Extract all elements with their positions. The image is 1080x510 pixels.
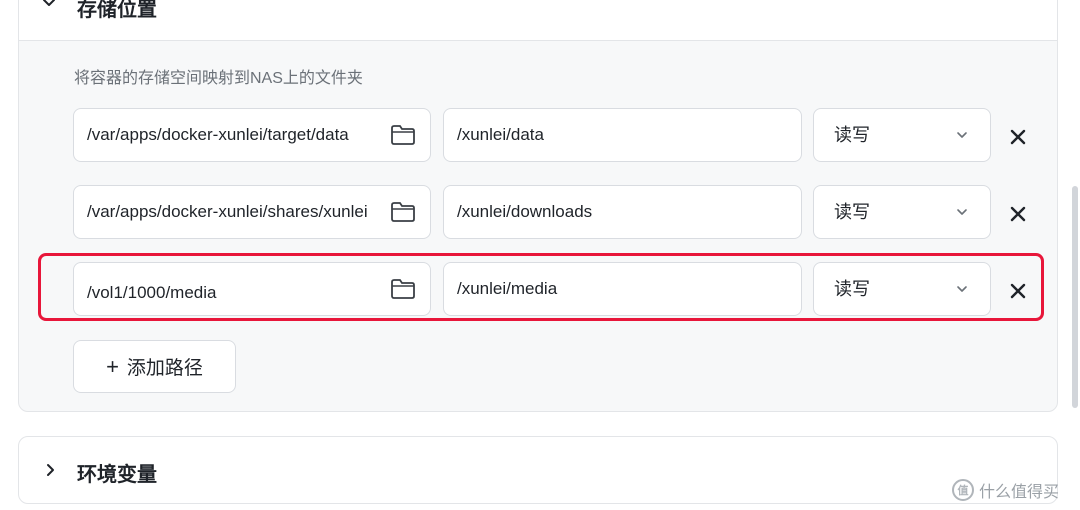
folder-icon[interactable] [390, 201, 416, 223]
watermark-badge: 值 [952, 479, 974, 501]
add-path-button[interactable]: + 添加路径 [73, 340, 236, 393]
host-path-value: /var/apps/docker-xunlei/shares/xunlei [87, 202, 368, 221]
caret-down-icon [957, 286, 967, 292]
storage-panel-header[interactable]: 存储位置 [19, 0, 1057, 41]
caret-down-icon [957, 209, 967, 215]
permission-value: 读写 [834, 202, 870, 222]
container-path-field[interactable]: /xunlei/media [443, 262, 802, 316]
close-icon[interactable] [1006, 202, 1030, 226]
mapping-row: /var/apps/docker-xunlei/target/data /xun… [0, 108, 1080, 168]
storage-description: 将容器的存储空间映射到NAS上的文件夹 [74, 70, 363, 87]
permission-select[interactable]: 读写 [813, 185, 991, 239]
permission-value: 读写 [834, 125, 870, 145]
mapping-row: /vol1/1000/media /xunlei/media 读写 [0, 262, 1080, 322]
container-path-field[interactable]: /xunlei/data [443, 108, 802, 162]
host-path-field[interactable]: /var/apps/docker-xunlei/shares/xunlei [73, 185, 431, 239]
watermark: 值 什么值得买 [952, 478, 1059, 502]
storage-section-title: 存储位置 [77, 0, 157, 21]
caret-down-icon [957, 132, 967, 138]
container-path-value: /xunlei/downloads [457, 202, 593, 221]
host-path-field[interactable]: /var/apps/docker-xunlei/target/data [73, 108, 431, 162]
permission-select[interactable]: 读写 [813, 262, 991, 316]
mapping-row: /var/apps/docker-xunlei/shares/xunlei /x… [0, 185, 1080, 245]
container-path-field[interactable]: /xunlei/downloads [443, 185, 802, 239]
container-path-value: /xunlei/data [457, 125, 544, 144]
add-path-label: 添加路径 [126, 358, 203, 379]
watermark-text: 什么值得买 [979, 484, 1060, 501]
env-vars-panel[interactable]: 环境变量 [18, 436, 1058, 504]
plus-icon: + [106, 353, 119, 379]
host-path-value: /vol1/1000/media [87, 283, 217, 302]
env-vars-title: 环境变量 [77, 464, 157, 486]
permission-value: 读写 [834, 279, 870, 299]
scrollbar[interactable] [1072, 186, 1078, 408]
folder-icon[interactable] [390, 124, 416, 146]
chevron-down-icon [43, 0, 55, 6]
close-icon[interactable] [1006, 279, 1030, 303]
folder-icon[interactable] [390, 278, 416, 300]
permission-select[interactable]: 读写 [813, 108, 991, 162]
close-icon[interactable] [1006, 125, 1030, 149]
host-path-value: /var/apps/docker-xunlei/target/data [87, 125, 349, 144]
container-path-value: /xunlei/media [457, 279, 558, 298]
host-path-field[interactable]: /vol1/1000/media [73, 262, 431, 316]
chevron-right-icon [47, 464, 54, 476]
